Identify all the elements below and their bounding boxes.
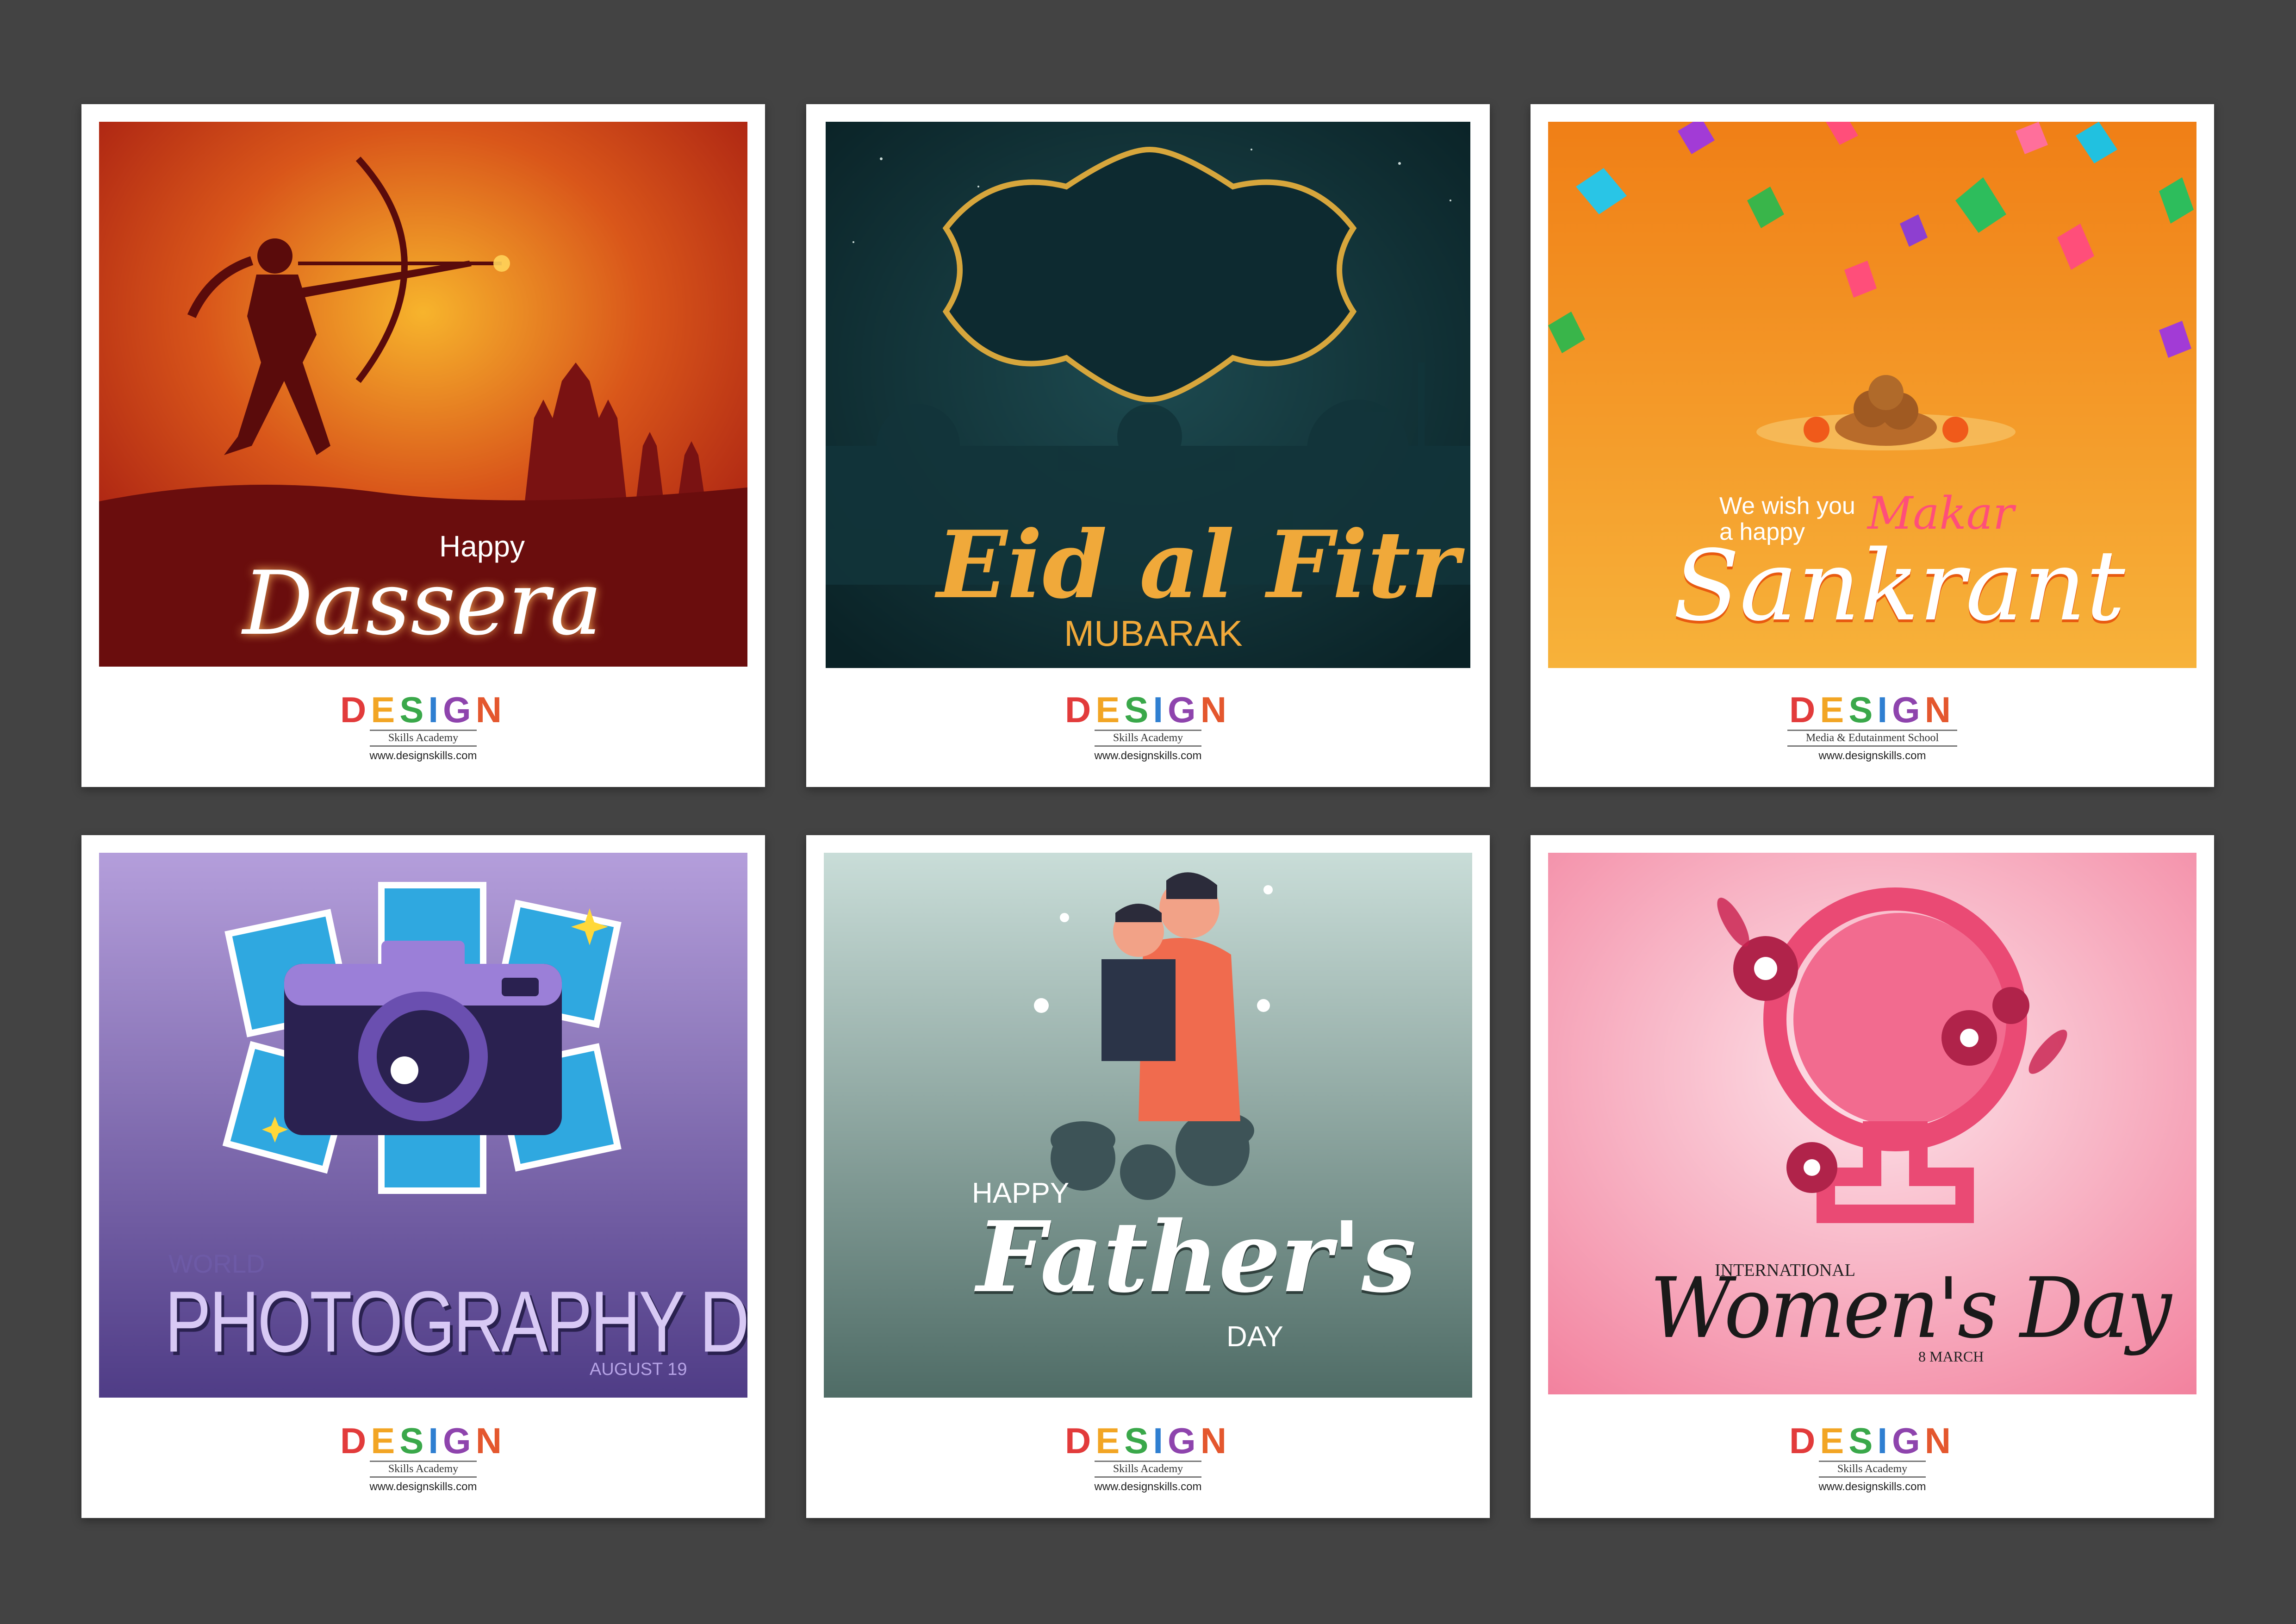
dassera-title: Dassera <box>243 552 603 655</box>
card-eid[interactable]: Eid al Fitr MUBARAK DESIGN Skills Academ… <box>806 104 1490 787</box>
photography-artwork: WORLD PHOTOGRAPHY DAY AUGUST 19 <box>99 853 747 1398</box>
logo-block: DESIGN Media & Edutainment School www.de… <box>1531 667 2214 787</box>
sankrant-wish-line1: We wish you <box>1719 493 1855 519</box>
card-fathers-day[interactable]: HAPPY Father's DAY DESIGN Skills Academy… <box>806 835 1490 1518</box>
womens-date: 8 MARCH <box>1918 1348 1984 1365</box>
womens-title: Women's Day <box>1650 1260 2172 1357</box>
card-photography[interactable]: WORLD PHOTOGRAPHY DAY AUGUST 19 DESIGN S… <box>81 835 765 1518</box>
logo-block: DESIGN Skills Academy www.designskills.c… <box>806 667 1490 787</box>
logo-subtitle: Skills Academy <box>1094 1460 1202 1478</box>
fathers-day-text: DAY <box>1226 1321 1283 1353</box>
eid-title: Eid al Fitr <box>937 511 1459 619</box>
card-womens-day[interactable]: INTERNATIONAL Women's Day 8 MARCH DESIGN… <box>1531 835 2214 1518</box>
photo-date: AUGUST 19 <box>590 1360 687 1379</box>
logo-url: www.designskills.com <box>1818 749 1926 762</box>
logo-subtitle: Skills Academy <box>1094 729 1202 747</box>
logo-url: www.designskills.com <box>369 749 477 762</box>
logo-wordmark: DESIGN <box>1789 689 1956 730</box>
logo-wordmark: DESIGN <box>1789 1420 1956 1461</box>
logo-url: www.designskills.com <box>1094 1480 1202 1493</box>
logo-url: www.designskills.com <box>1818 1480 1926 1493</box>
logo-subtitle: Skills Academy <box>369 1460 477 1478</box>
dassera-artwork: Happy Dassera <box>99 122 747 667</box>
logo-wordmark: DESIGN <box>340 689 507 730</box>
eid-artwork: Eid al Fitr MUBARAK <box>826 122 1470 668</box>
womens-day-artwork: INTERNATIONAL Women's Day 8 MARCH <box>1548 853 2196 1394</box>
logo-url: www.designskills.com <box>369 1480 477 1493</box>
logo-block: DESIGN Skills Academy www.designskills.c… <box>81 1398 765 1518</box>
logo-wordmark: DESIGN <box>1064 1420 1232 1461</box>
sankrant-artwork: We wish you a happy Makar Sankrant <box>1548 122 2196 668</box>
logo-block: DESIGN Skills Academy www.designskills.c… <box>81 667 765 787</box>
fathers-day-artwork: HAPPY Father's DAY <box>824 853 1472 1398</box>
logo-subtitle: Skills Academy <box>1818 1460 1926 1478</box>
eid-mubarak-text: MUBARAK <box>1064 613 1243 654</box>
logo-url: www.designskills.com <box>1094 749 1202 762</box>
logo-subtitle: Skills Academy <box>369 729 477 747</box>
photo-title: PHOTOGRAPHY DAY <box>165 1273 747 1370</box>
logo-block: DESIGN Skills Academy www.designskills.c… <box>1531 1398 2214 1518</box>
card-dassera[interactable]: Happy Dassera DESIGN Skills Academy www.… <box>81 104 765 787</box>
logo-subtitle: Media & Edutainment School <box>1787 729 1958 747</box>
logo-wordmark: DESIGN <box>340 1420 507 1461</box>
fathers-title: Father's <box>977 1200 1417 1314</box>
sankrant-title: Sankrant <box>1673 529 2125 643</box>
logo-block: DESIGN Skills Academy www.designskills.c… <box>806 1398 1490 1518</box>
logo-wordmark: DESIGN <box>1064 689 1232 730</box>
card-sankrant[interactable]: We wish you a happy Makar Sankrant DESIG… <box>1531 104 2214 787</box>
